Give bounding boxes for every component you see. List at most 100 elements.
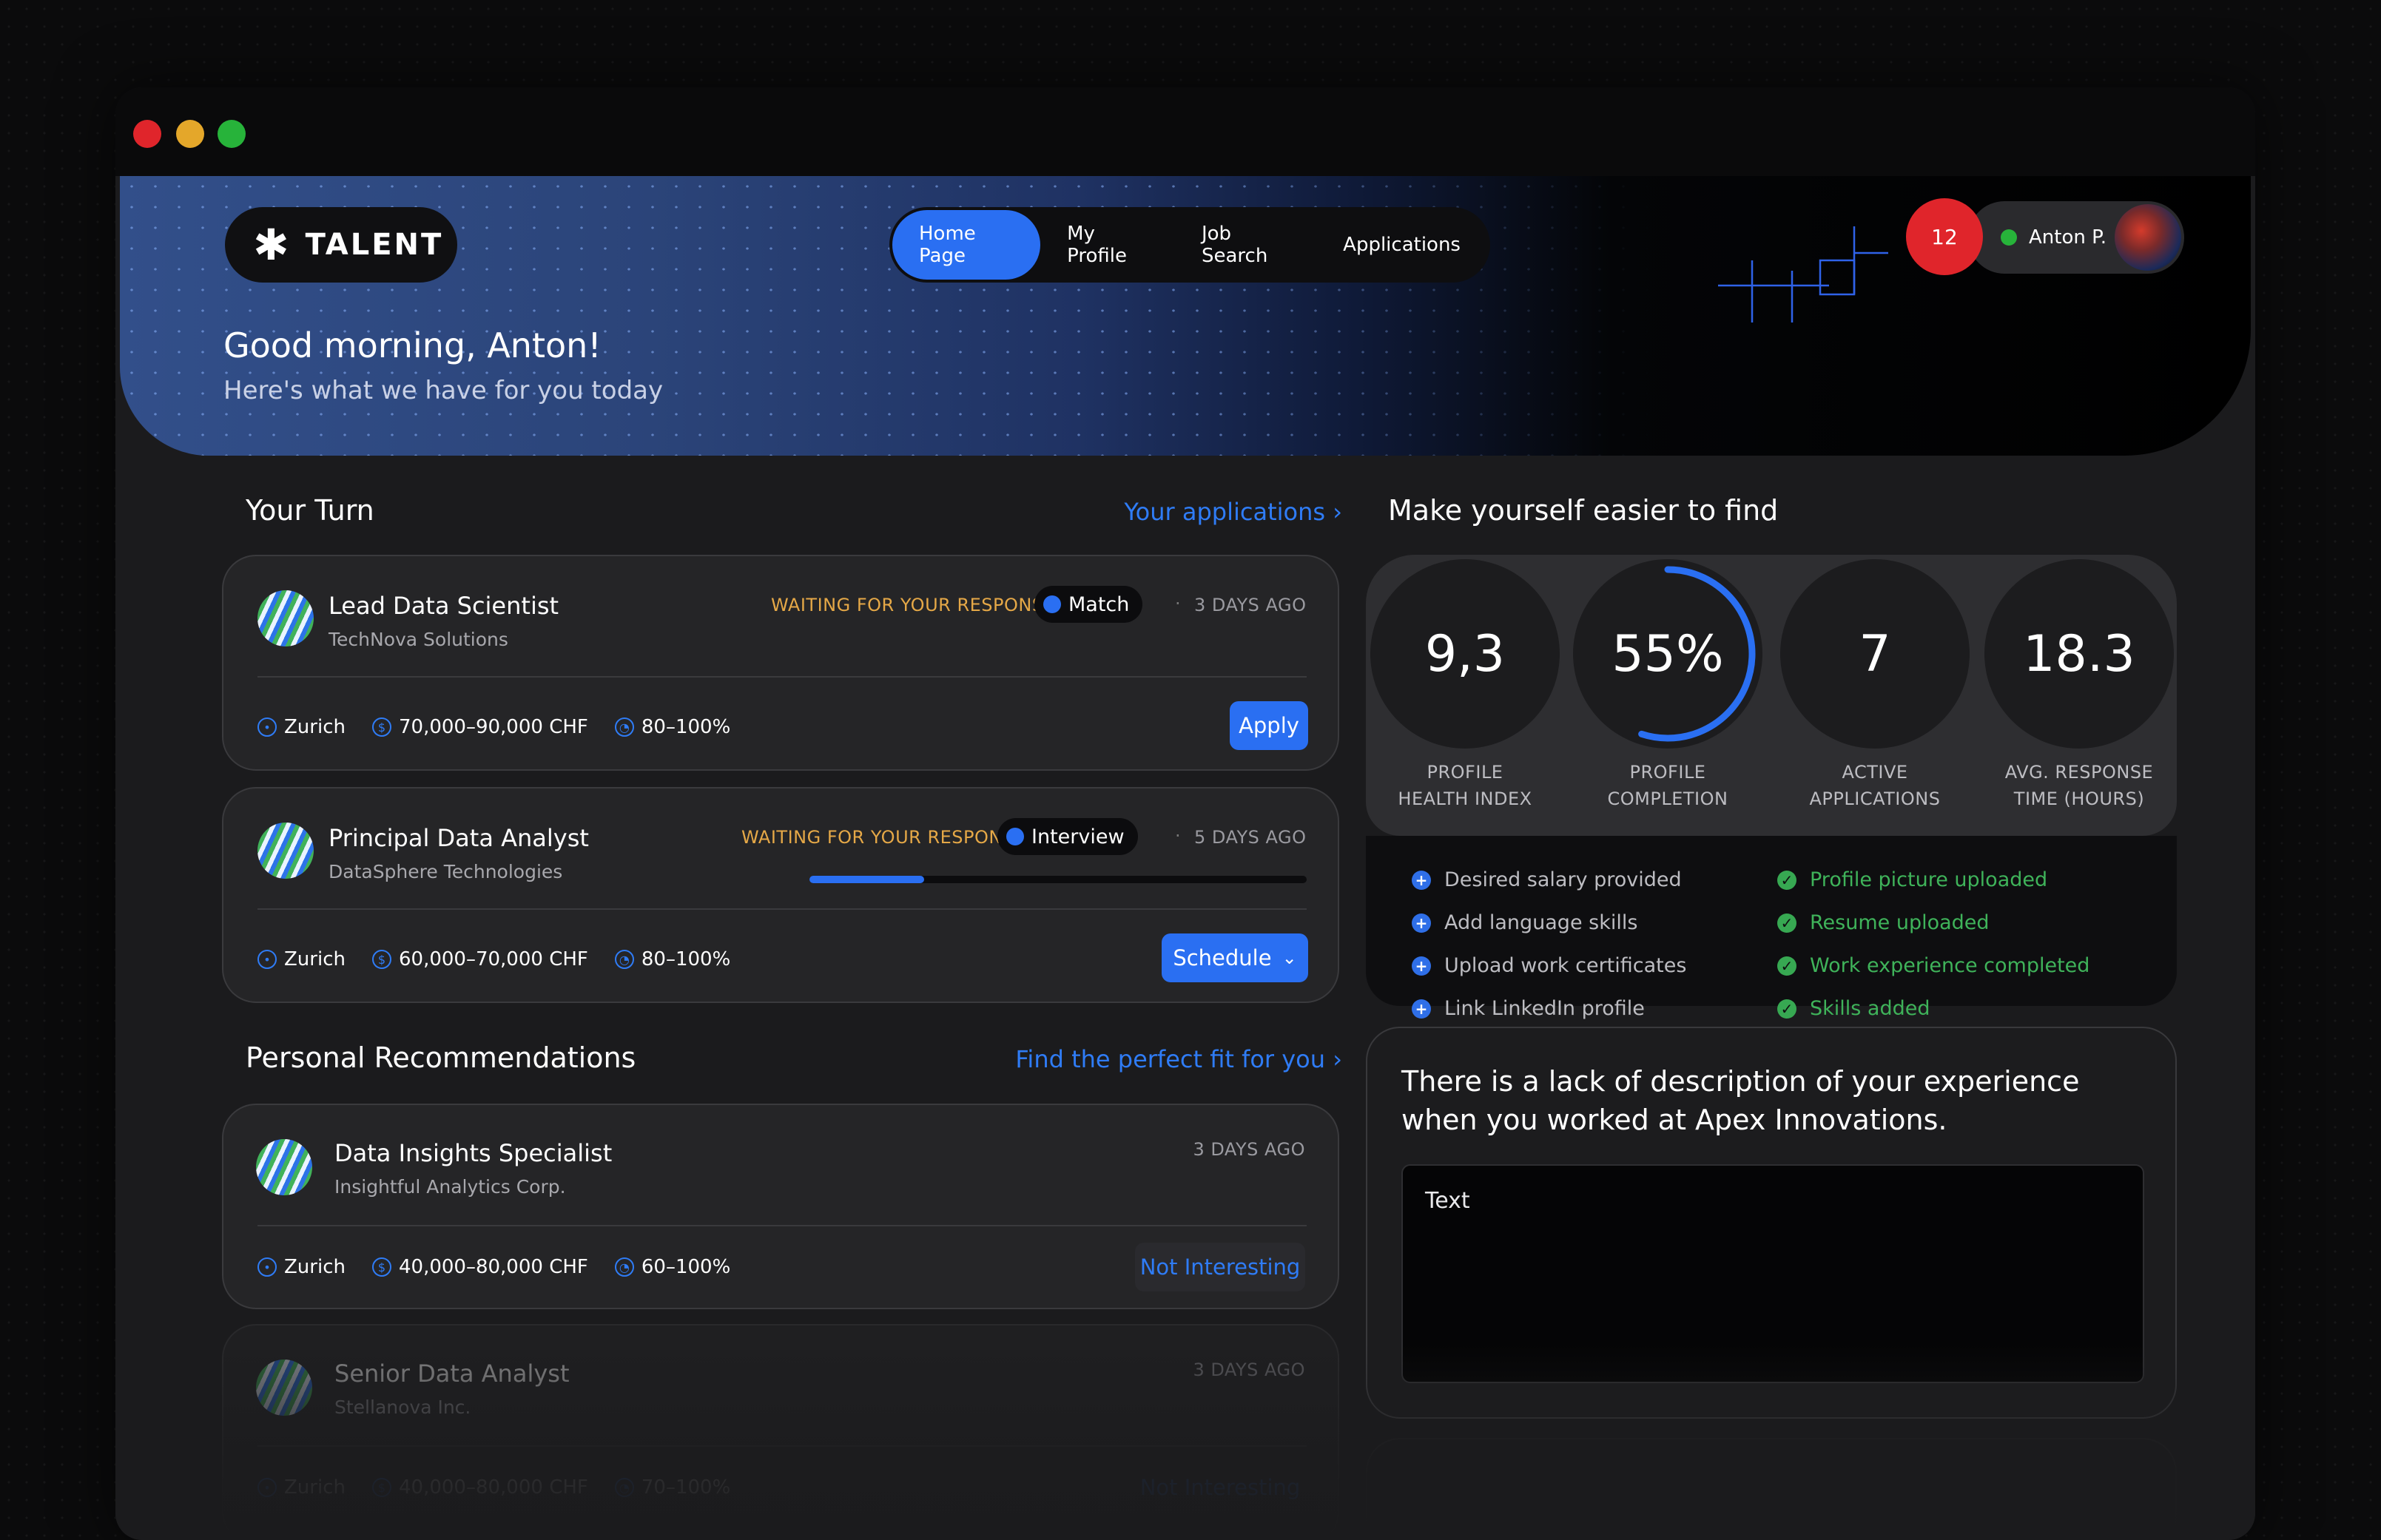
posted-date: 5 DAYS AGO [1194, 827, 1307, 848]
job-meta: • Zurich $40,000–80,000 CHF ◔ 60–100% [257, 1256, 730, 1278]
job-card-lead-data-scientist[interactable]: Lead Data Scientist TechNova Solutions W… [222, 555, 1339, 771]
stat-label-line-2: APPLICATIONS [1809, 788, 1941, 809]
stat-label-line-1: AVG. RESPONSE [2004, 762, 2154, 783]
todo-item[interactable]: + Add language skills [1412, 911, 1637, 934]
plus-circle-icon: + [1412, 999, 1431, 1019]
location-pin-icon: • [257, 1478, 277, 1497]
location-pin-icon: • [257, 950, 277, 969]
close-window-button[interactable] [133, 120, 161, 148]
stat-label-line-2: COMPLETION [1607, 788, 1728, 809]
status-badge: Interview [997, 818, 1138, 855]
your-applications-link[interactable]: Your applications › [1124, 498, 1342, 526]
done-label: Skills added [1810, 997, 1930, 1020]
company-name: TechNova Solutions [329, 629, 508, 650]
schedule-label: Schedule [1173, 945, 1272, 970]
separator: · [1175, 825, 1181, 846]
stat-ring: 55% [1573, 559, 1762, 749]
todo-label: Desired salary provided [1444, 868, 1682, 891]
company-name: Stellanova Inc. [334, 1397, 471, 1418]
progress-fill [809, 876, 924, 883]
title-bar [115, 87, 2255, 176]
maximize-window-button[interactable] [218, 120, 246, 148]
company-logo-icon [257, 823, 314, 879]
nav-job-search[interactable]: Job Search [1175, 210, 1316, 280]
posted-date: 3 DAYS AGO [1194, 595, 1307, 615]
job-card-principal-data-analyst[interactable]: Principal Data Analyst DataSphere Techno… [222, 787, 1339, 1003]
todo-label: Upload work certificates [1444, 954, 1687, 977]
status-label: WAITING FOR YOUR RESPONSE [771, 595, 1056, 615]
minimize-window-button[interactable] [176, 120, 204, 148]
greeting-subtitle: Here's what we have for you today [223, 376, 664, 405]
chevron-down-icon: ⌄ [1282, 948, 1297, 968]
separator: · [1175, 593, 1181, 614]
location: Zurich [284, 948, 346, 970]
notifications-badge[interactable]: 12 [1906, 198, 1983, 275]
online-status-icon [2001, 229, 2017, 246]
profile-checklist: + Desired salary provided + Add language s… [1366, 836, 2177, 1020]
todo-item[interactable]: + Desired salary provided [1412, 868, 1682, 891]
stat-value: 18.3 [1984, 559, 2174, 749]
posted-date: 3 DAYS AGO [1193, 1360, 1305, 1380]
app-window: ✱ TALENT Home Page My Profile Job Search… [115, 87, 2255, 1540]
not-interesting-button[interactable]: Not Interesting [1135, 1463, 1305, 1512]
job-card-data-insights-specialist[interactable]: Data Insights Specialist Insightful Anal… [222, 1104, 1339, 1309]
find-perfect-fit-link[interactable]: Find the perfect fit for you › [1015, 1045, 1342, 1073]
pie-clock-icon: ◔ [614, 950, 634, 969]
stat-label-line-1: PROFILE [1629, 762, 1706, 783]
workload: 70–100% [641, 1476, 731, 1499]
salary: 40,000–80,000 CHF [398, 1256, 588, 1278]
workload: 80–100% [641, 948, 731, 970]
stat-active-applications: 7 ACTIVE APPLICATIONS [1780, 559, 1970, 812]
nav-home-page[interactable]: Home Page [892, 210, 1041, 280]
nav-applications[interactable]: Applications [1316, 210, 1487, 280]
salary: 40,000–80,000 CHF [398, 1476, 588, 1499]
todo-label: Link LinkedIn profile [1444, 997, 1645, 1020]
company-name: DataSphere Technologies [329, 861, 563, 882]
badge-dot-icon [1043, 595, 1061, 613]
experience-prompt-question: There is a lack of description of your e… [1401, 1065, 2080, 1136]
experience-prompt-card: There is a lack of description of your e… [1366, 1027, 2177, 1419]
decorative-grid-lines [1718, 226, 1888, 322]
todo-label: Add language skills [1444, 911, 1638, 934]
job-title: Senior Data Analyst [334, 1360, 570, 1388]
location-pin-icon: • [257, 717, 277, 737]
location: Zurich [284, 716, 346, 738]
next-card-peek [1366, 1438, 2177, 1540]
company-name: Insightful Analytics Corp. [334, 1176, 566, 1198]
apply-button[interactable]: Apply [1230, 701, 1308, 750]
done-label: Work experience completed [1810, 954, 2090, 977]
recommendations-title: Personal Recommendations [246, 1041, 636, 1074]
location: Zurich [284, 1476, 346, 1499]
nav-my-profile[interactable]: My Profile [1040, 210, 1175, 280]
avatar[interactable] [2115, 204, 2181, 271]
coin-icon: $ [371, 950, 391, 969]
greeting-title: Good morning, Anton! [223, 325, 602, 365]
location-pin-icon: • [257, 1257, 277, 1277]
profile-section-title: Make yourself easier to find [1388, 494, 1779, 527]
stat-label-line-1: ACTIVE [1842, 762, 1908, 783]
job-card-senior-data-analyst[interactable]: Senior Data Analyst Stellanova Inc. 3 DA… [222, 1324, 1339, 1540]
asterisk-icon: ✱ [253, 220, 289, 270]
schedule-dropdown-button[interactable]: Schedule ⌄ [1162, 933, 1308, 982]
company-logo-icon [256, 1360, 312, 1416]
user-menu[interactable]: Anton P. [1968, 201, 2184, 274]
experience-description-input[interactable]: Text [1401, 1164, 2144, 1383]
todo-item[interactable]: + Link LinkedIn profile [1412, 997, 1645, 1020]
brand-logo[interactable]: ✱ TALENT [225, 207, 457, 283]
stat-label-line-2: TIME (HOURS) [2013, 788, 2145, 809]
job-title: Principal Data Analyst [329, 824, 589, 852]
done-item: ✓ Resume uploaded [1777, 911, 1990, 934]
check-circle-icon: ✓ [1777, 999, 1796, 1019]
stat-label-line-2: HEALTH INDEX [1398, 788, 1532, 809]
todo-item[interactable]: + Upload work certificates [1412, 954, 1686, 977]
coin-icon: $ [371, 717, 391, 737]
job-title: Lead Data Scientist [329, 592, 559, 620]
application-progress-bar [809, 876, 1307, 883]
check-circle-icon: ✓ [1777, 870, 1796, 890]
workload: 60–100% [641, 1256, 731, 1278]
plus-circle-icon: + [1412, 956, 1431, 976]
not-interesting-button[interactable]: Not Interesting [1135, 1243, 1305, 1291]
divider [257, 676, 1307, 678]
stat-label-line-1: PROFILE [1427, 762, 1503, 783]
stat-profile-health: 9,3 PROFILE HEALTH INDEX [1370, 559, 1560, 812]
